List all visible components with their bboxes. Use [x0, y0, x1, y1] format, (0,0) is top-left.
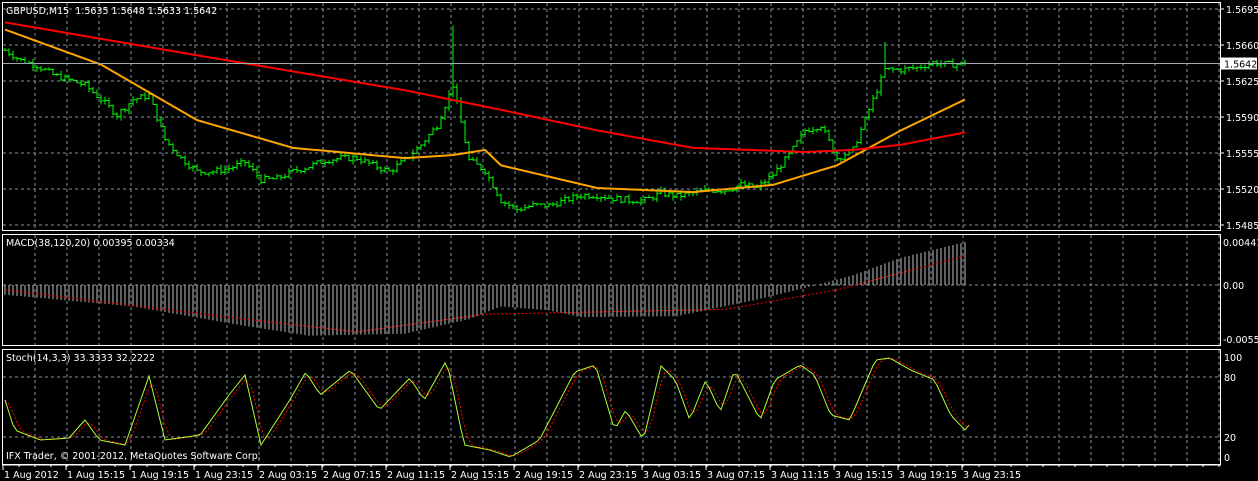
price-tick-label: 1.5485 [1226, 221, 1258, 232]
macd-tick-label: 0.00441 [1223, 238, 1258, 249]
price-tick-label: 1.5555 [1226, 149, 1258, 160]
time-axis-label: 1 Aug 19:15 [131, 470, 189, 481]
price-panel-title: GBPUSD,M15 1.5635 1.5648 1.5633 1.5642 [6, 6, 217, 17]
time-axis-label: 2 Aug 03:15 [259, 470, 317, 481]
time-axis-label: 2 Aug 23:15 [579, 470, 637, 481]
time-axis-label: 2 Aug 15:15 [451, 470, 509, 481]
stochastic-main-line [4, 357, 970, 457]
axes: 1.5695 1.5660 1.5625 1.5590 1.5555 1.5520 1.54… [2, 5, 1258, 481]
price-tick-label: 1.5625 [1226, 77, 1258, 88]
time-axis-label: 3 Aug 15:15 [835, 470, 893, 481]
stochastic-panel[interactable] [4, 357, 970, 457]
stochastic-tick-label: 0 [1224, 453, 1230, 464]
grid-lines [3, 3, 1220, 464]
time-axis-label: 2 Aug 11:15 [387, 470, 445, 481]
time-axis-label: 3 Aug 19:15 [899, 470, 957, 481]
moving-average-slow-line [4, 21, 966, 153]
stochastic-tick-label: 20 [1224, 433, 1236, 444]
time-axis-label: 1 Aug 2012 [4, 470, 59, 481]
time-axis-label: 3 Aug 11:15 [771, 470, 829, 481]
stochastic-panel-title: Stoch(14,3,3) 33.3333 32.2222 [6, 353, 155, 364]
moving-average-fast-line [4, 28, 966, 194]
stochastic-signal-line [4, 358, 970, 457]
price-tick-label: 1.5660 [1226, 41, 1258, 52]
macd-tick-label: -0.00555 [1223, 335, 1258, 346]
price-tick-label: 1.5590 [1226, 113, 1258, 124]
stochastic-tick-label: 100 [1224, 353, 1242, 364]
stochastic-tick-label: 80 [1224, 373, 1236, 384]
macd-panel-title: MACD(38,120,20) 0.00395 0.00334 [6, 238, 175, 249]
time-axis-label: 3 Aug 23:15 [963, 470, 1021, 481]
trading-chart[interactable]: 1.5695 1.5660 1.5625 1.5590 1.5555 1.5520 1.54… [0, 0, 1258, 481]
time-axis-label: 3 Aug 07:15 [707, 470, 765, 481]
current-price-label: 1.5642 [1224, 60, 1257, 71]
time-axis-label: 1 Aug 15:15 [67, 470, 125, 481]
macd-tick-label: 0.00 [1223, 281, 1244, 292]
price-tick-label: 1.5520 [1226, 185, 1258, 196]
time-axis-label: 3 Aug 03:15 [643, 470, 701, 481]
time-axis-label: 2 Aug 19:15 [515, 470, 573, 481]
time-axis-label: 1 Aug 23:15 [195, 470, 253, 481]
macd-panel[interactable] [4, 242, 966, 336]
price-tick-label: 1.5695 [1226, 5, 1258, 16]
time-axis-label: 2 Aug 07:15 [323, 470, 381, 481]
copyright-text: IFX Trader, © 2001-2012, MetaQuotes Soft… [6, 451, 261, 462]
